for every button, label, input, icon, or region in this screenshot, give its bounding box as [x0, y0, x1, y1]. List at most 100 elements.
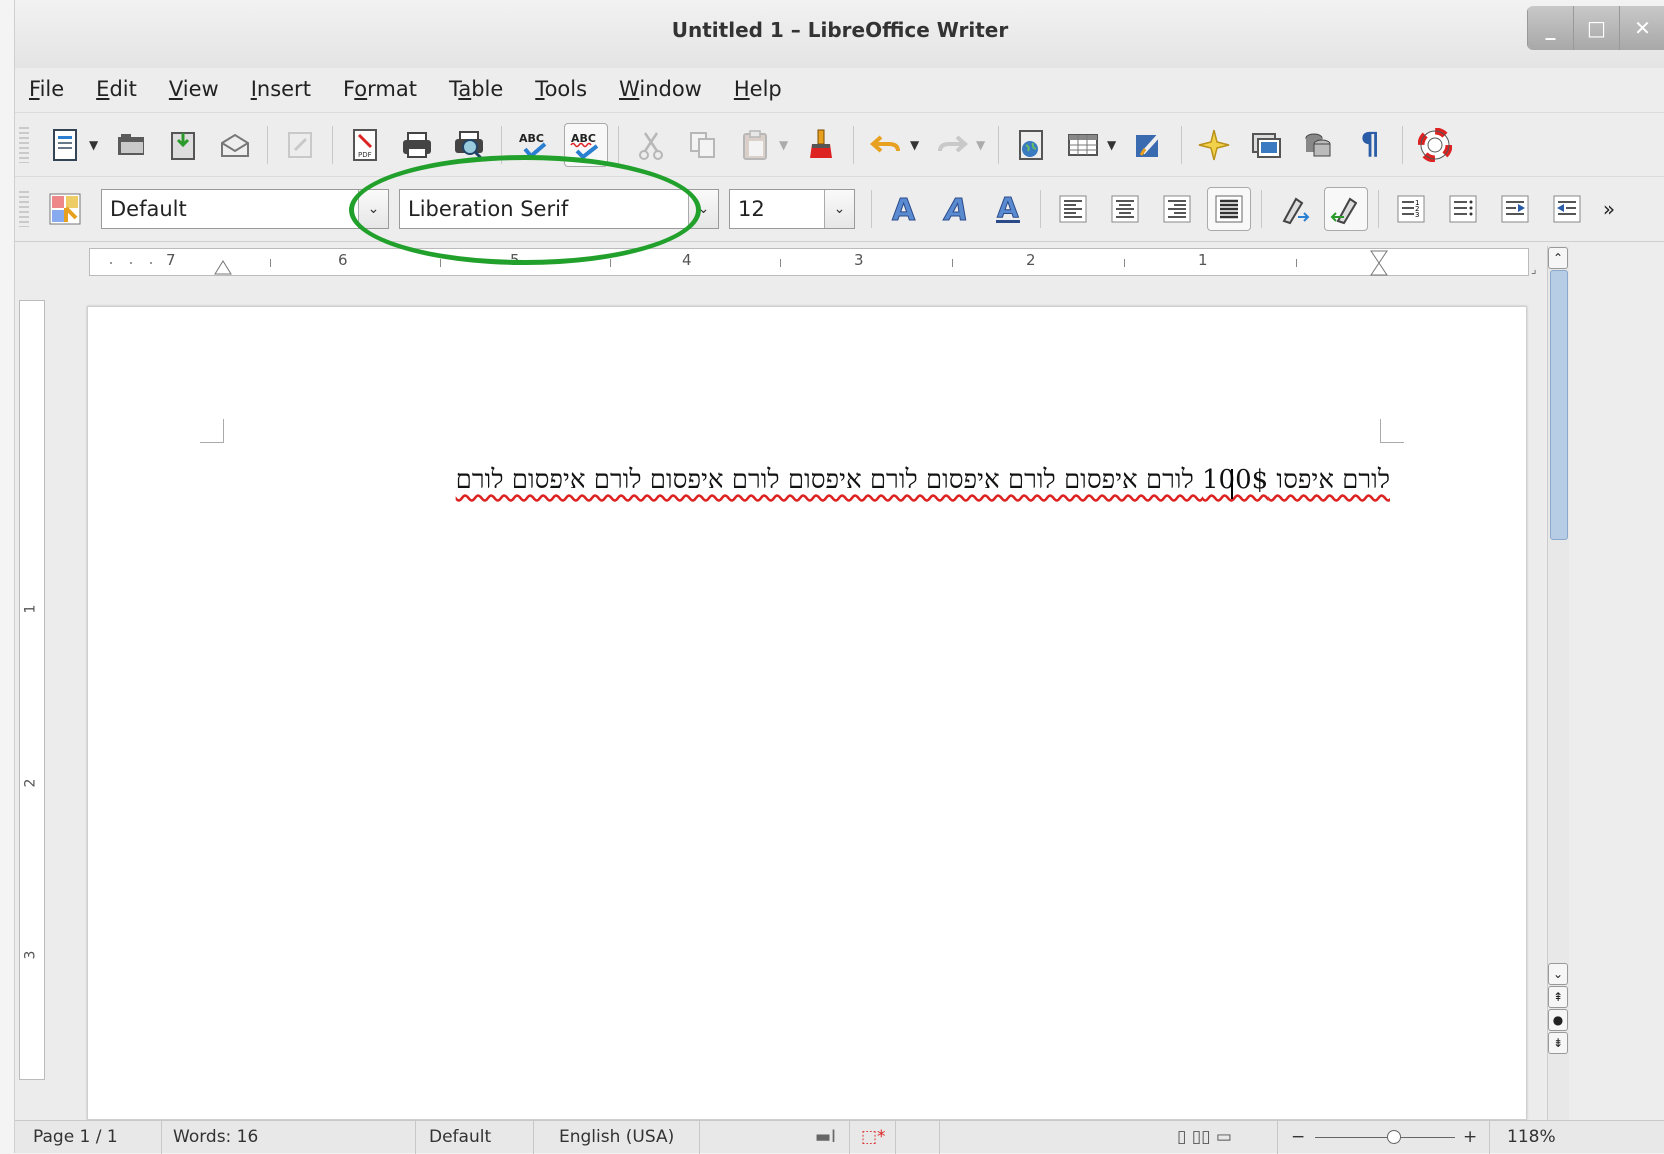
- chevron-down-icon[interactable]: ▼: [910, 138, 922, 152]
- scroll-down-icon[interactable]: ⌄: [1548, 963, 1568, 985]
- align-center-icon[interactable]: [1103, 187, 1147, 231]
- menu-table[interactable]: Table: [449, 77, 503, 101]
- navigation-icon[interactable]: ●: [1548, 1009, 1568, 1031]
- table-icon[interactable]: [1061, 123, 1105, 167]
- menu-help[interactable]: Help: [734, 77, 782, 101]
- edit-file-icon[interactable]: [278, 123, 322, 167]
- print-preview-icon[interactable]: [447, 123, 491, 167]
- menu-file[interactable]: File: [29, 77, 64, 101]
- paste-icon[interactable]: [733, 123, 777, 167]
- chevron-down-icon[interactable]: ▼: [89, 138, 101, 152]
- horizontal-ruler[interactable]: 7 6 5 4 3 2 1: [89, 248, 1529, 276]
- toolbar-grip[interactable]: [19, 126, 29, 163]
- navigator-icon[interactable]: [1192, 123, 1236, 167]
- email-icon[interactable]: [213, 123, 257, 167]
- decrease-indent-icon[interactable]: [1545, 187, 1589, 231]
- copy-icon[interactable]: [681, 123, 725, 167]
- ruler-label: 2: [1026, 251, 1036, 269]
- left-to-right-icon[interactable]: [1272, 187, 1316, 231]
- clone-formatting-icon[interactable]: [799, 123, 843, 167]
- menu-tools[interactable]: Tools: [535, 77, 587, 101]
- chevron-down-icon[interactable]: ▼: [1107, 138, 1119, 152]
- close-button[interactable]: ✕: [1619, 6, 1664, 50]
- open-folder-icon[interactable]: [109, 123, 153, 167]
- numbering-icon[interactable]: 123: [1389, 187, 1433, 231]
- page-count[interactable]: Page 1 / 1: [33, 1127, 118, 1147]
- zoom-slider[interactable]: [1315, 1137, 1455, 1138]
- view-layout-icon[interactable]: ▯ ▯▯ ▭: [1177, 1127, 1232, 1147]
- font-size-value[interactable]: 12: [730, 197, 824, 221]
- zoom-slider-knob[interactable]: [1387, 1130, 1401, 1144]
- language[interactable]: English (USA): [559, 1127, 674, 1147]
- hyperlink-icon[interactable]: [1009, 123, 1053, 167]
- zoom-in-button[interactable]: +: [1463, 1127, 1477, 1147]
- increase-indent-icon[interactable]: [1493, 187, 1537, 231]
- menu-edit[interactable]: Edit: [96, 77, 137, 101]
- new-document-icon[interactable]: [43, 123, 87, 167]
- italic-icon[interactable]: A: [934, 187, 978, 231]
- right-indent-marker[interactable]: [1370, 250, 1388, 276]
- word-count[interactable]: Words: 16: [173, 1127, 258, 1147]
- align-left-icon[interactable]: [1051, 187, 1095, 231]
- scrollbar-thumb[interactable]: [1550, 270, 1568, 540]
- document-text[interactable]: לורם איפסו 100$ לורם איפסום לורם איפסום …: [456, 465, 1390, 495]
- redo-icon[interactable]: [930, 123, 974, 167]
- insert-mode-icon[interactable]: ▬I: [815, 1127, 836, 1147]
- toolbar-overflow-button[interactable]: »: [1597, 187, 1621, 231]
- vertical-scrollbar[interactable]: ⌃ ⌄ ⇞ ● ⇟: [1547, 246, 1569, 1126]
- data-sources-icon[interactable]: [1296, 123, 1340, 167]
- chevron-down-icon[interactable]: ▼: [976, 138, 988, 152]
- next-page-icon[interactable]: ⇟: [1548, 1032, 1568, 1054]
- zoom-out-button[interactable]: −: [1291, 1127, 1305, 1147]
- document-canvas: 1 2 3 לורם איפסו 100$ לורם איפסום לורם א…: [15, 280, 1545, 1120]
- paragraph-style-value[interactable]: Default: [102, 197, 358, 221]
- minimize-button[interactable]: _: [1527, 6, 1573, 50]
- chevron-down-icon[interactable]: ▼: [779, 138, 791, 152]
- gallery-icon[interactable]: [1244, 123, 1288, 167]
- margin-corner: [200, 419, 224, 443]
- formatting-marks-icon[interactable]: ¶: [1348, 123, 1392, 167]
- align-right-icon[interactable]: [1155, 187, 1199, 231]
- zoom-level[interactable]: 118%: [1507, 1127, 1556, 1147]
- auto-spellcheck-icon[interactable]: ABC: [564, 122, 608, 167]
- menu-insert[interactable]: Insert: [251, 77, 311, 101]
- export-pdf-icon[interactable]: PDF: [343, 123, 387, 167]
- help-icon[interactable]: [1413, 123, 1457, 167]
- bullets-icon[interactable]: [1441, 187, 1485, 231]
- tab-stop-icon[interactable]: ⌟: [1531, 262, 1537, 276]
- font-name-combo[interactable]: Liberation Serif ⌄: [399, 189, 719, 229]
- toolbar-grip[interactable]: [19, 191, 29, 227]
- left-indent-marker[interactable]: [214, 259, 232, 275]
- justify-icon[interactable]: [1207, 187, 1251, 231]
- maximize-button[interactable]: □: [1573, 6, 1619, 50]
- vertical-ruler[interactable]: 1 2 3: [19, 300, 45, 1080]
- document-modified-icon[interactable]: ⬚*: [861, 1127, 886, 1147]
- undo-icon[interactable]: [864, 123, 908, 167]
- ruler-label: 2: [22, 778, 39, 788]
- menu-format[interactable]: Format: [343, 77, 417, 101]
- cut-icon[interactable]: [629, 123, 673, 167]
- menu-view[interactable]: View: [169, 77, 219, 101]
- paragraph-style-combo[interactable]: Default ⌄: [101, 189, 389, 229]
- underline-icon[interactable]: A: [986, 187, 1030, 231]
- bold-icon[interactable]: A: [882, 187, 926, 231]
- font-size-combo[interactable]: 12 ⌄: [729, 189, 855, 229]
- scroll-up-icon[interactable]: ⌃: [1548, 247, 1568, 269]
- title-bar[interactable]: Untitled 1 – LibreOffice Writer _ □ ✕: [15, 0, 1664, 68]
- previous-page-icon[interactable]: ⇞: [1548, 986, 1568, 1008]
- document-page[interactable]: לורם איפסו 100$ לורם איפסום לורם איפסום …: [87, 306, 1527, 1120]
- page-style[interactable]: Default: [429, 1127, 491, 1147]
- styles-and-formatting-icon[interactable]: [43, 187, 87, 231]
- draw-functions-icon[interactable]: [1127, 123, 1171, 167]
- chevron-down-icon[interactable]: ⌄: [688, 190, 718, 228]
- spelling-icon[interactable]: ABC: [512, 123, 556, 167]
- right-to-left-icon[interactable]: [1324, 187, 1368, 231]
- chevron-down-icon[interactable]: ⌄: [824, 190, 854, 228]
- font-name-value[interactable]: Liberation Serif: [400, 197, 688, 221]
- chevron-down-icon[interactable]: ⌄: [358, 190, 388, 228]
- toolbar-separator: [853, 125, 854, 164]
- ruler-label: 1: [1198, 251, 1208, 269]
- menu-window[interactable]: Window: [619, 77, 702, 101]
- save-icon[interactable]: [161, 123, 205, 167]
- print-icon[interactable]: [395, 123, 439, 167]
